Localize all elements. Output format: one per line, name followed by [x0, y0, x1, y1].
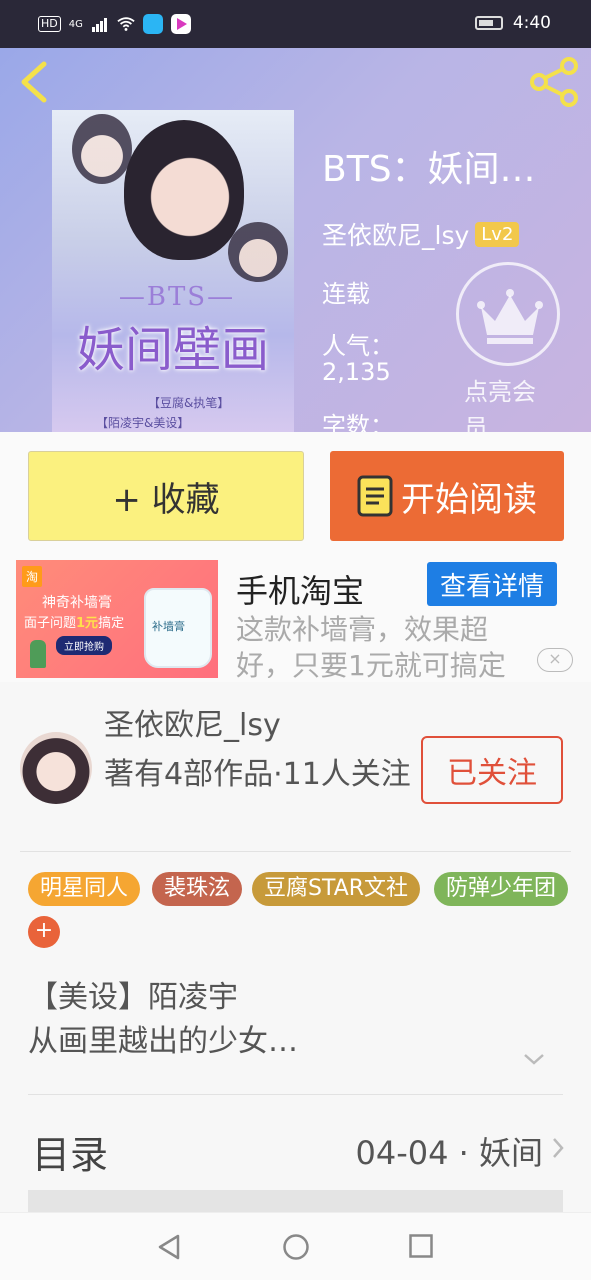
- cover-figure: [228, 222, 288, 282]
- collect-button[interactable]: + 收藏: [28, 451, 304, 541]
- start-reading-button[interactable]: 开始阅读: [330, 451, 564, 541]
- status-left: HD 4G: [38, 14, 191, 34]
- tag[interactable]: 防弹少年团: [434, 872, 569, 906]
- book-icon: [357, 475, 393, 517]
- system-nav-bar: [0, 1212, 591, 1280]
- follow-button[interactable]: 已关注: [421, 736, 563, 804]
- synopsis[interactable]: 【美设】陌凌宇 从画里越出的少女…: [28, 976, 548, 1064]
- taobao-icon: 淘: [22, 566, 43, 587]
- ad-detail-button[interactable]: 查看详情: [427, 562, 557, 606]
- chevron-right-icon[interactable]: [551, 1136, 565, 1160]
- book-author-row[interactable]: 圣依欧尼_lsy Lv2: [322, 216, 520, 252]
- vip-label: 点亮会员: [464, 378, 536, 432]
- author-name[interactable]: 圣依欧尼_lsy: [104, 700, 281, 744]
- status-right: 4:40: [474, 13, 551, 33]
- crown-icon: [477, 289, 543, 344]
- video-app-notification-icon: [170, 14, 191, 34]
- clock: 4:40: [512, 13, 551, 33]
- start-reading-label: 开始阅读: [401, 479, 537, 520]
- author-stats: 著有4部作品·11人关注: [104, 757, 411, 792]
- nav-back-icon[interactable]: [156, 1233, 182, 1261]
- ad-description: 这款补墙膏，效果超好，只要1元就可搞定: [236, 613, 506, 678]
- signal-4g-label: 4G: [68, 18, 83, 30]
- back-icon[interactable]: [14, 58, 54, 106]
- word-count-label: 字数：: [322, 412, 394, 432]
- battery-icon: [474, 16, 503, 30]
- status-bar: HD 4G 4:40: [0, 0, 591, 48]
- synopsis-line: 从画里越出的少女…: [28, 1024, 298, 1059]
- add-tag-button[interactable]: +: [28, 916, 60, 948]
- tag[interactable]: 豆腐STAR文社: [252, 872, 421, 906]
- product-jar: 补墙膏: [144, 588, 212, 668]
- cover-figure: [72, 114, 132, 184]
- book-cover[interactable]: —BTS— 妖间壁画 【豆腐&执笔】 【陌凌宇&美设】: [52, 110, 294, 432]
- avatar[interactable]: [20, 732, 92, 804]
- tag[interactable]: 明星同人: [28, 872, 141, 906]
- divider: [28, 1094, 563, 1095]
- chevron-down-icon[interactable]: [522, 1052, 546, 1066]
- book-status: 连载: [322, 280, 370, 308]
- ad-image-buy: 立即抢购: [56, 636, 112, 655]
- nav-home-icon[interactable]: [282, 1233, 310, 1261]
- ad-banner[interactable]: 淘 神奇补墙膏 面子问题1元搞定 立即抢购 补墙膏 手机淘宝 查看详情 这款补墙…: [0, 560, 591, 682]
- hd-indicator: HD: [38, 16, 61, 32]
- book-info: BTS：妖间… 圣依欧尼_lsy Lv2 连载 人气： 2,135 字数：: [322, 146, 582, 432]
- ad-close-icon[interactable]: ×: [537, 648, 573, 672]
- tag[interactable]: 裴珠泫: [152, 872, 243, 906]
- popularity-value: 2,135: [322, 358, 391, 386]
- wifi-icon: [117, 17, 135, 31]
- ad-image-subline: 面子问题1元搞定: [24, 616, 125, 631]
- level-badge: Lv2: [475, 221, 520, 247]
- nav-recents-icon[interactable]: [408, 1233, 434, 1259]
- book-details: 圣依欧尼_lsy 著有4部作品·11人关注 已关注 明星同人 裴珠泫 豆腐STA…: [0, 682, 591, 1242]
- book-author[interactable]: 圣依欧尼_lsy: [322, 216, 469, 252]
- cover-figure-main: [124, 120, 244, 260]
- book-title: BTS：妖间…: [322, 149, 536, 190]
- action-bar: + 收藏 开始阅读: [0, 432, 591, 560]
- share-icon[interactable]: [527, 56, 581, 108]
- cover-tag: 【陌凌宇&美设】: [96, 416, 190, 430]
- cover-series: —BTS—: [118, 282, 236, 312]
- popularity-label: 人气：: [322, 332, 394, 360]
- app-notification-icon: [142, 14, 163, 34]
- book-header: —BTS— 妖间壁画 【豆腐&执笔】 【陌凌宇&美设】 BTS：妖间… 圣依欧尼…: [0, 48, 591, 432]
- latest-chapter[interactable]: 04-04 · 妖间: [355, 1128, 543, 1174]
- vip-ring: [456, 262, 560, 366]
- ad-image-headline: 神奇补墙膏: [42, 595, 112, 611]
- synopsis-line: 【美设】陌凌宇: [28, 980, 238, 1015]
- signal-icon: [91, 18, 107, 32]
- plant-decoration: [30, 640, 46, 668]
- divider: [20, 851, 571, 852]
- ad-app-name: 手机淘宝: [236, 572, 365, 610]
- ad-image[interactable]: 淘 神奇补墙膏 面子问题1元搞定 立即抢购 补墙膏: [16, 560, 218, 678]
- cover-tag: 【豆腐&执笔】: [148, 396, 230, 410]
- toc-label[interactable]: 目录: [32, 1124, 108, 1179]
- cover-title: 妖间壁画: [76, 322, 269, 378]
- vip-button[interactable]: 点亮会员: [456, 262, 560, 432]
